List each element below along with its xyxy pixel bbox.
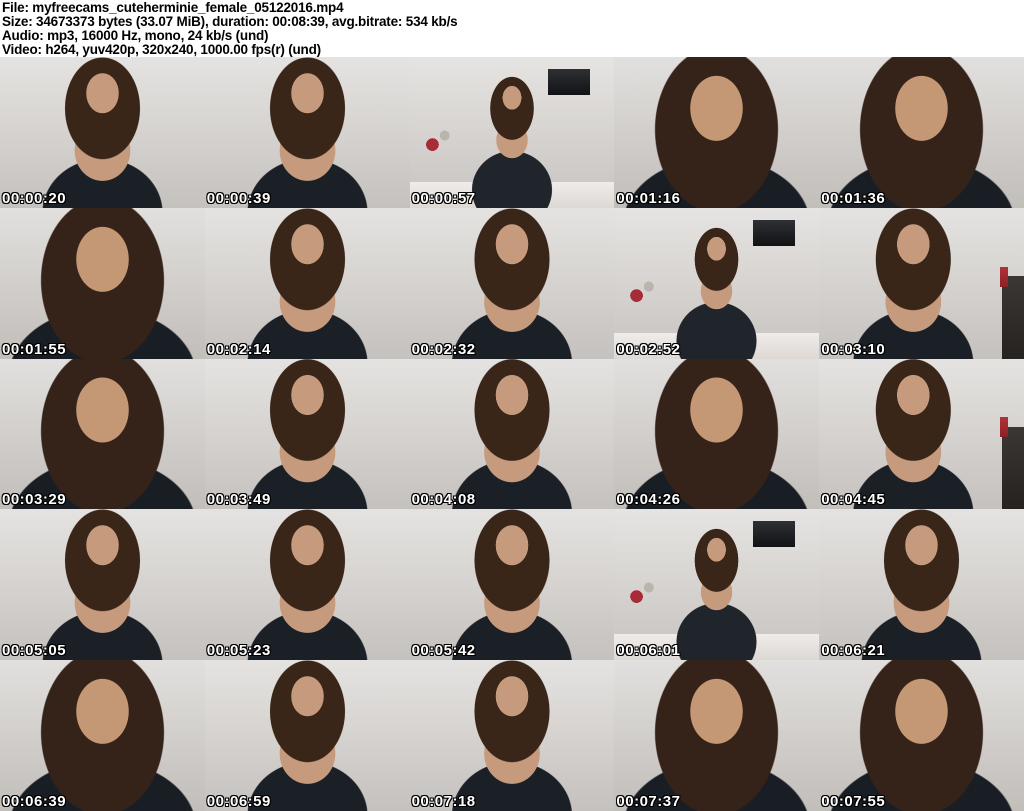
video-thumbnail: 00:07:55 — [819, 660, 1024, 811]
timestamp-label: 00:06:39 — [2, 793, 67, 810]
video-thumbnail: 00:01:16 — [614, 57, 820, 208]
video-thumbnail: 00:00:39 — [204, 57, 410, 208]
thumbnail-contact-sheet: File: myfreecams_cuteherminie_female_051… — [0, 0, 1024, 811]
timestamp-label: 00:07:37 — [616, 793, 681, 810]
video-thumbnail: 00:07:37 — [614, 660, 820, 811]
video-thumbnail: 00:04:08 — [409, 358, 615, 510]
video-thumbnail: 00:05:05 — [0, 509, 205, 661]
video-thumbnail: 00:00:20 — [0, 57, 205, 208]
file-size-line: Size: 34673373 bytes (33.07 MiB), durati… — [2, 14, 458, 29]
timestamp-label: 00:00:39 — [206, 189, 271, 207]
timestamp-label: 00:01:36 — [821, 189, 886, 207]
video-thumbnail: 00:00:57 — [409, 57, 615, 208]
thumbnail-image-placeholder — [614, 660, 820, 811]
file-name-line: File: myfreecams_cuteherminie_female_051… — [2, 0, 344, 15]
thumbnail-image-placeholder — [409, 57, 615, 208]
timestamp-label: 00:07:55 — [821, 793, 886, 810]
video-thumbnail: 00:06:39 — [0, 660, 205, 811]
timestamp-label: 00:02:14 — [206, 340, 271, 358]
video-thumbnail: 00:07:18 — [409, 660, 615, 811]
thumbnail-image-placeholder — [819, 358, 1024, 510]
audio-info-line: Audio: mp3, 16000 Hz, mono, 24 kb/s (und… — [2, 28, 269, 43]
video-thumbnail: 00:05:42 — [409, 509, 615, 661]
timestamp-label: 00:05:23 — [206, 642, 271, 660]
timestamp-label: 00:04:26 — [616, 491, 681, 509]
thumbnail-image-placeholder — [614, 358, 820, 510]
video-thumbnail: 00:04:26 — [614, 358, 820, 510]
thumbnail-image-placeholder — [0, 358, 205, 510]
thumbnail-image-placeholder — [614, 207, 820, 359]
thumbnail-image-placeholder — [204, 509, 410, 661]
thumbnail-image-placeholder — [819, 509, 1024, 661]
timestamp-label: 00:03:49 — [206, 491, 271, 509]
thumbnail-image-placeholder — [614, 57, 820, 208]
timestamp-label: 00:07:18 — [411, 793, 476, 810]
thumbnail-image-placeholder — [819, 57, 1024, 208]
thumbnail-image-placeholder — [204, 660, 410, 811]
thumbnail-image-placeholder — [409, 509, 615, 661]
timestamp-label: 00:06:01 — [616, 642, 681, 660]
thumbnail-image-placeholder — [819, 207, 1024, 359]
timestamp-label: 00:00:20 — [2, 189, 67, 207]
thumbnail-image-placeholder — [0, 660, 205, 811]
video-thumbnail: 00:01:36 — [819, 57, 1024, 208]
timestamp-label: 00:05:42 — [411, 642, 476, 660]
video-thumbnail: 00:04:45 — [819, 358, 1024, 510]
thumbnail-image-placeholder — [409, 358, 615, 510]
timestamp-label: 00:04:08 — [411, 491, 476, 509]
timestamp-label: 00:03:10 — [821, 340, 886, 358]
video-thumbnail: 00:01:55 — [0, 207, 205, 359]
video-thumbnail: 00:03:29 — [0, 358, 205, 510]
timestamp-label: 00:06:21 — [821, 642, 886, 660]
video-thumbnail: 00:02:14 — [204, 207, 410, 359]
timestamp-label: 00:00:57 — [411, 189, 476, 207]
timestamp-label: 00:02:32 — [411, 340, 476, 358]
thumbnail-image-placeholder — [204, 207, 410, 359]
thumbnail-image-placeholder — [819, 660, 1024, 811]
timestamp-label: 00:03:29 — [2, 491, 67, 509]
thumbnail-image-placeholder — [0, 207, 205, 359]
timestamp-label: 00:01:55 — [2, 340, 67, 358]
video-thumbnail: 00:02:52 — [614, 207, 820, 359]
video-info-line: Video: h264, yuv420p, 320x240, 1000.00 f… — [2, 42, 321, 57]
thumbnail-image-placeholder — [0, 57, 205, 208]
media-info-header: File: myfreecams_cuteherminie_female_051… — [0, 0, 1024, 57]
timestamp-label: 00:04:45 — [821, 491, 886, 509]
video-thumbnail: 00:05:23 — [204, 509, 410, 661]
timestamp-label: 00:01:16 — [616, 189, 681, 207]
timestamp-label: 00:06:59 — [206, 793, 271, 810]
video-thumbnail: 00:03:49 — [204, 358, 410, 510]
video-thumbnail: 00:06:59 — [204, 660, 410, 811]
thumbnail-image-placeholder — [204, 57, 410, 208]
thumbnail-grid: 00:00:20 00:00:39 00:00:57 00:01:16 00:0… — [0, 57, 1024, 811]
thumbnail-image-placeholder — [0, 509, 205, 661]
video-thumbnail: 00:06:01 — [614, 509, 820, 661]
thumbnail-image-placeholder — [409, 660, 615, 811]
timestamp-label: 00:02:52 — [616, 340, 681, 358]
video-thumbnail: 00:06:21 — [819, 509, 1024, 661]
thumbnail-image-placeholder — [204, 358, 410, 510]
video-thumbnail: 00:02:32 — [409, 207, 615, 359]
thumbnail-image-placeholder — [409, 207, 615, 359]
video-thumbnail: 00:03:10 — [819, 207, 1024, 359]
thumbnail-image-placeholder — [614, 509, 820, 661]
timestamp-label: 00:05:05 — [2, 642, 67, 660]
